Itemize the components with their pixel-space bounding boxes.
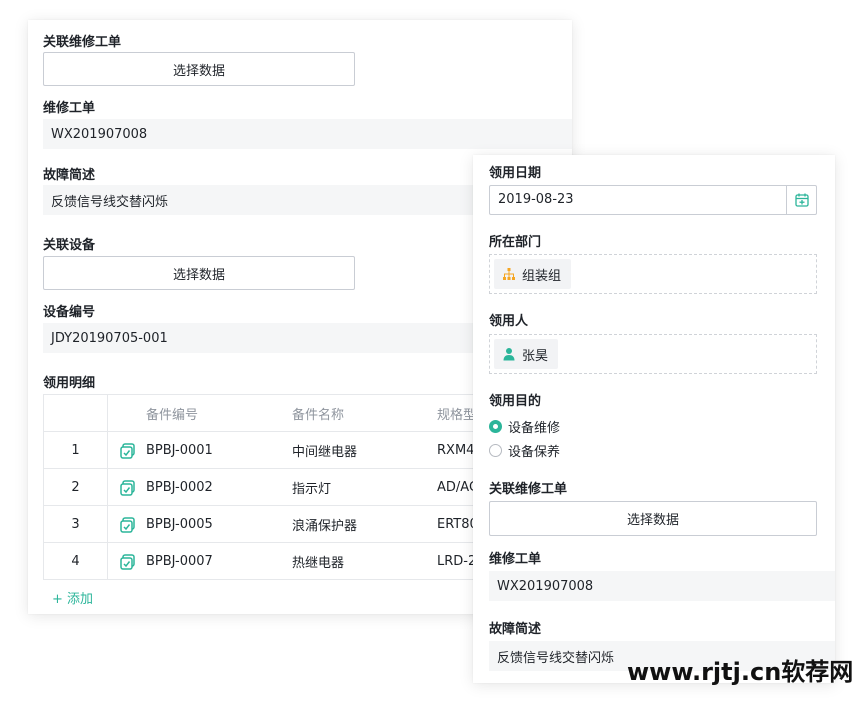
purpose-option-label: 设备保养 <box>508 445 561 460</box>
dept-chip[interactable]: 组装组 <box>494 259 572 289</box>
part-name: 指示灯 <box>292 481 332 497</box>
purpose-option-maintain[interactable]: 设备保养 <box>489 441 560 460</box>
repair-order-label: 维修工单 <box>43 101 96 116</box>
purpose-label: 领用目的 <box>489 394 542 409</box>
column-header-code: 备件编号 <box>146 407 199 423</box>
repair-order-value: WX201907008 <box>43 119 572 149</box>
part-icon <box>120 443 135 459</box>
related-order-label: 关联维修工单 <box>43 35 122 50</box>
select-related-order-button[interactable]: 选择数据 <box>43 52 355 86</box>
fault-label: 故障简述 <box>43 168 96 183</box>
part-icon <box>120 480 135 496</box>
person-value: 张昊 <box>522 348 549 364</box>
part-spec: RXM4 <box>437 442 475 458</box>
dept-field[interactable]: 组装组 <box>489 254 817 294</box>
row-index: 3 <box>44 506 108 542</box>
part-name: 热继电器 <box>292 556 345 571</box>
date-value: 2019-08-23 <box>498 192 574 207</box>
related-device-label: 关联设备 <box>43 238 96 253</box>
related-order-label-right: 关联维修工单 <box>489 482 568 497</box>
part-spec: LRD-2 <box>437 554 477 569</box>
column-header-name: 备件名称 <box>292 407 345 423</box>
device-no-label: 设备编号 <box>43 305 96 320</box>
date-label: 领用日期 <box>489 166 542 181</box>
repair-order-label-right: 维修工单 <box>489 552 542 567</box>
row-index: 4 <box>44 543 108 579</box>
purpose-option-label: 设备维修 <box>508 421 561 436</box>
select-related-device-button[interactable]: 选择数据 <box>43 256 355 290</box>
part-code: BPBJ-0007 <box>146 554 213 569</box>
right-form-card: 领用日期 2019-08-23 所在部门 组装组 领用人 张昊 领用目的 设备维… <box>473 155 835 683</box>
radio-unselected-icon[interactable] <box>489 444 502 457</box>
add-row-button[interactable]: + 添加 <box>52 588 93 607</box>
fault-label-right: 故障简述 <box>489 622 542 637</box>
select-related-order-button-right[interactable]: 选择数据 <box>489 501 817 536</box>
user-icon <box>503 348 515 361</box>
person-label: 领用人 <box>489 314 529 329</box>
repair-order-value-right: WX201907008 <box>489 571 835 601</box>
dept-value: 组装组 <box>522 268 562 284</box>
part-code: BPBJ-0002 <box>146 479 213 495</box>
column-header-spec: 规格型 <box>437 407 477 423</box>
watermark-text: www.rjtj.cn软荐网 <box>627 658 854 686</box>
calendar-icon[interactable] <box>786 186 816 214</box>
person-field[interactable]: 张昊 <box>489 334 817 374</box>
date-input[interactable]: 2019-08-23 <box>489 185 817 215</box>
dept-label: 所在部门 <box>489 235 542 250</box>
person-chip[interactable]: 张昊 <box>494 339 559 369</box>
detail-label: 领用明细 <box>43 376 96 391</box>
part-code: BPBJ-0001 <box>146 442 213 458</box>
row-index: 1 <box>44 432 108 468</box>
part-icon <box>120 554 135 570</box>
part-spec: AD/AC <box>437 479 479 495</box>
purpose-option-repair[interactable]: 设备维修 <box>489 417 560 436</box>
index-header <box>44 395 108 431</box>
org-icon <box>503 268 515 280</box>
part-name: 浪涌保护器 <box>292 518 358 534</box>
part-icon <box>120 517 135 533</box>
part-spec: ERT80 <box>437 516 478 532</box>
row-index: 2 <box>44 469 108 505</box>
part-code: BPBJ-0005 <box>146 516 213 532</box>
part-name: 中间继电器 <box>292 444 358 460</box>
radio-selected-icon[interactable] <box>489 420 502 433</box>
